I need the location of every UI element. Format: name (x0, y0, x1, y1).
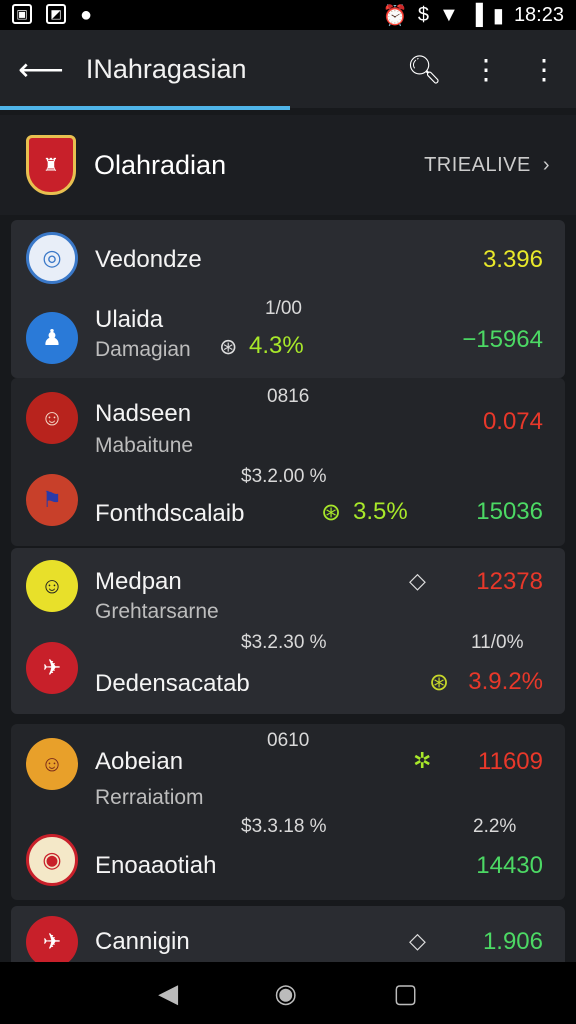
match-card[interactable]: ☺ 0610 Aobeian Rerraiatiom ✲ 11609 ◉ $3.… (11, 724, 565, 900)
match-detail: 0610 (267, 730, 310, 751)
percent-change: 4.3% (249, 332, 304, 359)
match-detail: $3.2.00 % (241, 466, 327, 487)
match-percent: 11/0% (471, 632, 524, 653)
odds-badge-icon: ⊛ (321, 499, 342, 526)
match-detail: $3.2.30 % (241, 632, 327, 653)
league-header[interactable]: ♜ Olahradian TRIEALIVE › (0, 115, 576, 215)
team-subtitle: Grehtarsarne (95, 600, 219, 623)
team-logo-icon: ◉ (26, 834, 78, 886)
league-crest-icon: ♜ (26, 135, 76, 195)
clock: 18:23 (513, 3, 564, 26)
match-card[interactable]: ◎ Vedondze 3.396 ♟ 1/00 Ulaida Damagian … (11, 220, 565, 378)
dollar-icon: $ (417, 3, 429, 26)
score-value: 1.906 (482, 928, 543, 955)
wifi-icon: ▼ (438, 3, 459, 26)
app-bar: ⟵ INahragasian 🔍︎ ⋮ ⋮ (0, 30, 576, 108)
overflow-menu-icon[interactable]: ⋮ (530, 53, 558, 86)
player-avatar-icon: ☺ (26, 560, 78, 612)
player-avatar-icon: ☺ (26, 392, 78, 444)
match-detail: 0816 (267, 386, 310, 407)
team-name: Aobeian (95, 748, 184, 775)
score-value: 12378 (476, 568, 543, 595)
score-value: 3.396 (482, 246, 543, 273)
team-name: Ulaida (95, 306, 164, 333)
recents-nav-icon[interactable]: ▢ (393, 978, 418, 1009)
match-detail: $3.3.18 % (241, 816, 327, 837)
match-detail: 1/00 (265, 298, 302, 319)
team-name: Enoaaotiah (95, 852, 217, 879)
team-logo-icon: ✈ (26, 916, 78, 968)
team-subtitle: Rerraiatiom (95, 786, 204, 809)
chevron-right-icon: › (542, 153, 550, 176)
player-avatar-icon: ☺ (26, 738, 78, 790)
odds-badge-icon: ⊛ (429, 669, 450, 696)
team-name: Fonthdscalaib (95, 500, 245, 527)
team-logo-icon: ♟ (26, 312, 78, 364)
match-card[interactable]: ☺ Nadseen 0816 Mabaitune 0.074 ⚑ $3.2.00… (11, 378, 565, 546)
team-logo-icon: ◎ (26, 232, 78, 284)
search-icon[interactable]: 🔍︎ (406, 53, 442, 86)
team-subtitle: Mabaitune (95, 434, 194, 457)
gallery-notification-icon: ◩ (46, 3, 66, 24)
alarm-icon: ⏰ (382, 4, 408, 27)
percent-change: 3.9.2% (468, 668, 543, 695)
battery-icon: ▮ (492, 4, 504, 27)
percent-change: 3.5% (353, 498, 408, 525)
more-options-icon[interactable]: ⋮ (472, 53, 500, 86)
team-name: Nadseen (95, 400, 192, 427)
odds-badge-icon: ⊛ (219, 334, 238, 359)
match-card[interactable]: ✈ Cannigin ◇ 1.906 (11, 906, 565, 968)
system-navigation-bar: ◀ ◉ ▢ (0, 962, 576, 1024)
signal-icon: ▐ (468, 3, 483, 26)
tag-icon[interactable]: ◇ (409, 568, 426, 594)
page-title: INahragasian (85, 53, 247, 84)
match-card[interactable]: ☺ Medpan Grehtarsarne ◇ 12378 ✈ $3.2.30 … (11, 548, 565, 714)
trend-icon: ✲ (413, 748, 432, 773)
team-name: Vedondze (95, 246, 202, 273)
score-value: 11609 (478, 748, 543, 775)
team-name: Cannigin (95, 928, 190, 955)
team-logo-icon: ✈ (26, 642, 78, 694)
score-value: −15964 (462, 326, 543, 353)
score-value: 0.074 (482, 408, 543, 435)
score-value: 14430 (476, 852, 543, 879)
team-name: Medpan (95, 568, 182, 595)
tag-icon[interactable]: ◇ (409, 928, 426, 954)
team-name: Dedensacatab (95, 670, 250, 697)
loading-progress-bar (0, 106, 290, 110)
match-percent: 2.2% (473, 816, 517, 837)
league-tag-label: TRIEALIVE (424, 153, 531, 176)
league-name: Olahradian (94, 149, 227, 180)
home-nav-icon[interactable]: ◉ (274, 978, 297, 1009)
team-subtitle: Damagian (95, 338, 191, 361)
image-notification-icon: ▣ (12, 3, 32, 24)
status-bar: ▣ ◩ ● ⏰ $ ▼ ▐ ▮ 18:23 (0, 0, 576, 30)
league-tag[interactable]: TRIEALIVE › (424, 154, 550, 177)
score-value: 15036 (476, 498, 543, 525)
app-notification-icon: ● (80, 3, 93, 26)
back-nav-icon[interactable]: ◀ (158, 978, 178, 1009)
back-arrow-icon[interactable]: ⟵ (18, 50, 64, 88)
team-logo-icon: ⚑ (26, 474, 78, 526)
